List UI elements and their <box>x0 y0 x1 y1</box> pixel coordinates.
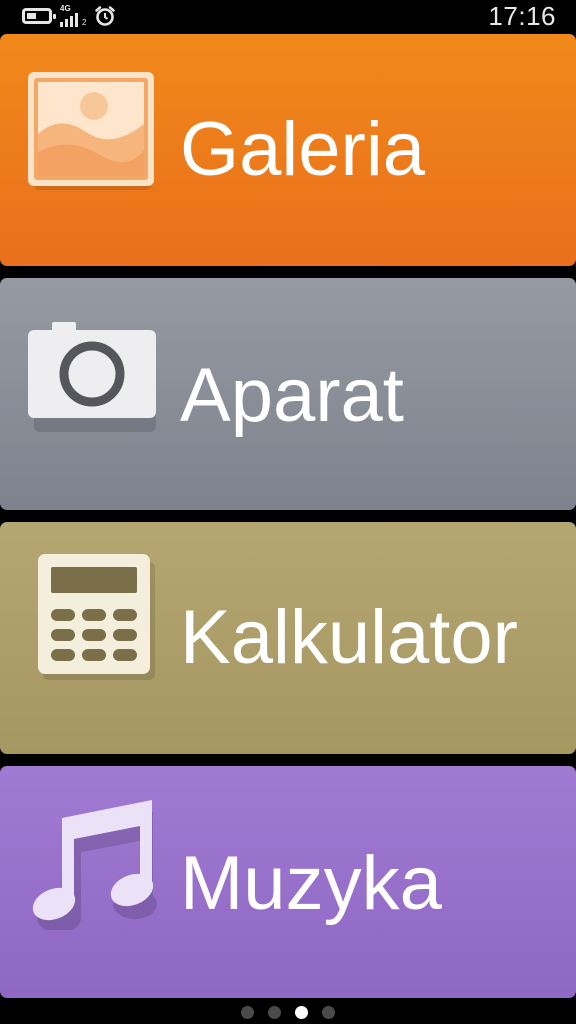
page-dot[interactable] <box>241 1005 254 1019</box>
page-dot[interactable] <box>268 1005 281 1019</box>
app-tile-label: Kalkulator <box>180 595 518 680</box>
alarm-clock-icon <box>95 6 116 26</box>
camera-icon <box>28 322 156 432</box>
signal-icon: 4G 2 <box>60 5 86 27</box>
status-icons: 4G 2 <box>22 5 116 27</box>
app-tile-label: Muzyka <box>180 841 442 926</box>
app-tile-label: Aparat <box>180 353 404 438</box>
app-tile-calculator[interactable]: Kalkulator <box>0 522 576 754</box>
sim-slot-label: 2 <box>82 18 87 27</box>
battery-icon <box>22 8 56 24</box>
music-note-icon <box>32 800 157 930</box>
calculator-icon <box>38 554 155 680</box>
app-tile-camera[interactable]: Aparat <box>0 278 576 510</box>
signal-bar <box>60 22 63 27</box>
status-bar: 4G 2 17:16 <box>0 0 576 32</box>
app-tile-gallery[interactable]: Galeria <box>0 34 576 266</box>
app-tile-label: Galeria <box>180 107 425 192</box>
network-type-label: 4G <box>60 4 71 13</box>
page-dot[interactable] <box>322 1005 335 1019</box>
page-dot[interactable] <box>295 1005 308 1019</box>
signal-bar <box>75 13 78 27</box>
app-tile-music[interactable]: Muzyka <box>0 766 576 998</box>
battery-fill <box>27 13 36 19</box>
page-indicator <box>0 1004 576 1020</box>
gallery-icon <box>28 72 154 190</box>
status-time: 17:16 <box>488 1 556 31</box>
signal-bar <box>65 19 68 27</box>
signal-bar <box>70 16 73 27</box>
